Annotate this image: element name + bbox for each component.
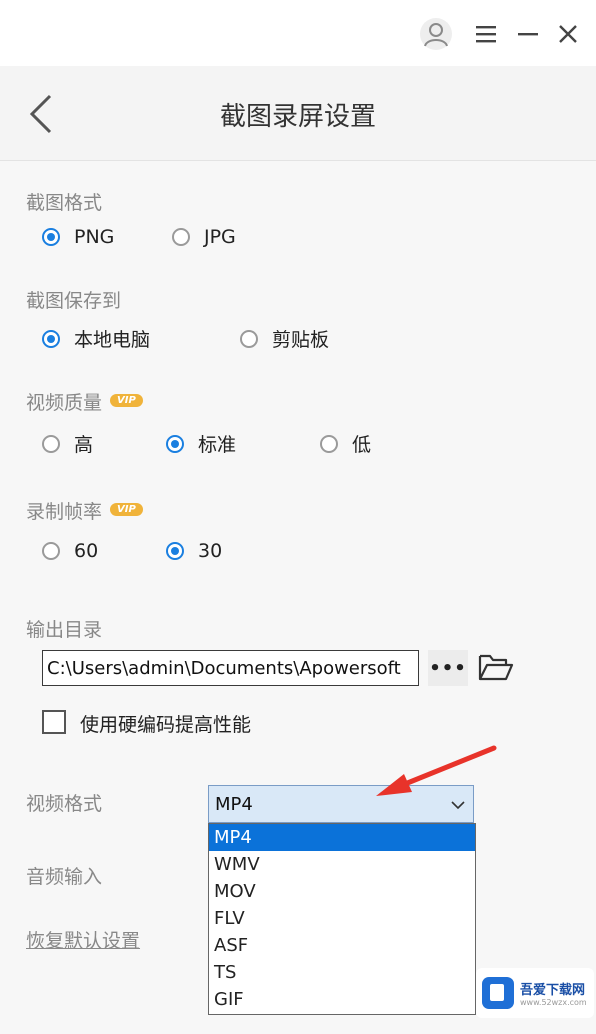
radio-dot: [172, 228, 190, 246]
video-format-label: 视频格式: [26, 793, 103, 815]
browse-more-button[interactable]: •••: [428, 650, 468, 686]
radio-label: 60: [74, 540, 99, 562]
radio-label: 剪贴板: [272, 329, 330, 351]
audio-input-label: 音频输入: [26, 866, 103, 888]
vip-badge: VIP: [110, 394, 143, 407]
radio-label: 标准: [198, 434, 237, 456]
video-quality-label: 视频质量 VIP: [26, 388, 143, 415]
radio-label: 30: [198, 540, 223, 562]
radio-quality-high[interactable]: 高: [42, 430, 93, 457]
option-flv[interactable]: FLV: [209, 905, 475, 932]
radio-dot: [42, 329, 60, 348]
radio-dot: [42, 434, 60, 453]
option-ts[interactable]: TS: [209, 959, 475, 986]
watermark-url: www.52wzx.com: [520, 998, 587, 1007]
radio-dot: [42, 542, 60, 560]
option-wmv[interactable]: WMV: [209, 851, 475, 878]
video-format-value: MP4: [215, 793, 253, 815]
watermark-logo-icon: [482, 977, 514, 1009]
folder-open-icon[interactable]: [476, 648, 516, 686]
reset-defaults-link[interactable]: 恢复默认设置: [26, 926, 140, 953]
radio-quality-standard[interactable]: 标准: [166, 430, 236, 457]
watermark-name: 吾爱下载网: [520, 983, 586, 998]
radio-jpg[interactable]: JPG: [172, 226, 236, 248]
radio-dot: [166, 434, 184, 453]
radio-dot: [240, 329, 258, 348]
watermark-badge: 吾爱下载网 www.52wzx.com: [476, 968, 594, 1018]
frame-rate-text: 录制帧率: [26, 501, 103, 523]
option-mp4[interactable]: MP4: [209, 824, 475, 851]
window-titlebar: [0, 0, 596, 66]
radio-quality-low[interactable]: 低: [320, 430, 371, 457]
arrow-annotation: [376, 745, 497, 796]
page-title: 截图录屏设置: [219, 102, 376, 132]
video-quality-text: 视频质量: [26, 392, 103, 414]
menu-icon[interactable]: [468, 16, 504, 52]
radio-fps-60[interactable]: 60: [42, 540, 98, 562]
radio-label: 高: [74, 434, 94, 456]
hw-encoding-label: 使用硬编码提高性能: [80, 714, 252, 736]
frame-rate-label: 录制帧率 VIP: [26, 497, 143, 524]
hw-encoding-checkbox[interactable]: [42, 710, 66, 734]
radio-label: 低: [352, 434, 372, 456]
radio-fps-30[interactable]: 30: [166, 540, 222, 562]
radio-local-pc[interactable]: 本地电脑: [42, 325, 150, 352]
radio-png[interactable]: PNG: [42, 226, 114, 248]
radio-dot: [320, 434, 338, 453]
save-to-label: 截图保存到: [26, 290, 122, 312]
option-mov[interactable]: MOV: [209, 878, 475, 905]
radio-dot: [42, 228, 60, 246]
minimize-icon[interactable]: [510, 16, 546, 52]
vip-badge: VIP: [110, 503, 143, 516]
user-icon[interactable]: [418, 16, 454, 52]
option-asf[interactable]: ASF: [209, 932, 475, 959]
radio-dot: [166, 542, 184, 560]
radio-clipboard[interactable]: 剪贴板: [240, 325, 329, 352]
video-format-dropdown: MP4 WMV MOV FLV ASF TS GIF: [208, 823, 476, 1015]
output-dir-input[interactable]: [42, 650, 419, 686]
watermark-text: 吾爱下载网 www.52wzx.com: [520, 979, 587, 1007]
radio-label: PNG: [74, 226, 115, 248]
screenshot-format-label: 截图格式: [26, 192, 103, 214]
radio-label: JPG: [204, 226, 236, 248]
radio-label: 本地电脑: [74, 329, 151, 351]
option-gif[interactable]: GIF: [209, 986, 475, 1013]
close-icon[interactable]: [550, 16, 586, 52]
output-dir-label: 输出目录: [26, 619, 103, 641]
settings-header: 截图录屏设置: [0, 66, 596, 161]
